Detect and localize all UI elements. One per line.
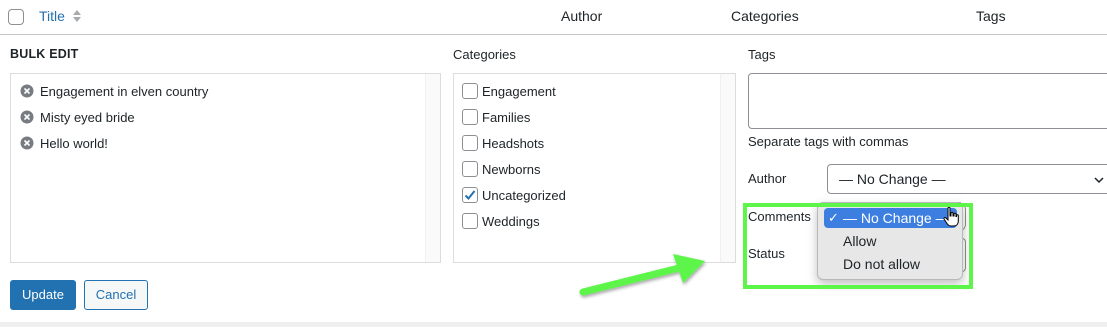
category-label: Weddings [482, 213, 540, 229]
category-label: Engagement [482, 83, 556, 99]
category-label: Newborns [482, 161, 541, 177]
table-header-row: Title Author Categories Tags [0, 0, 1107, 35]
category-label: Uncategorized [482, 187, 566, 203]
divider [0, 322, 1107, 327]
chevron-down-icon [1094, 177, 1104, 184]
post-title: Hello world! [40, 135, 108, 151]
category-label: Families [482, 109, 531, 125]
checkmark-icon [464, 190, 476, 200]
author-label: Author [748, 171, 787, 186]
category-checkbox[interactable] [462, 213, 478, 229]
arrow-annotation-icon [579, 254, 705, 296]
tags-help-text: Separate tags with commas [748, 134, 909, 149]
category-label: Headshots [482, 135, 545, 151]
list-item: Hello world! [20, 134, 108, 152]
category-checkbox-checked[interactable] [462, 187, 478, 203]
categories-label: Categories [453, 47, 516, 62]
column-tags-header: Tags [976, 8, 1006, 24]
scrollbar[interactable] [720, 74, 735, 262]
category-item-newborns[interactable]: Newborns [462, 160, 541, 178]
author-select[interactable]: — No Change — [827, 164, 1107, 194]
post-title: Misty eyed bride [40, 109, 135, 125]
bulk-edit-posts-list: Engagement in elven country Misty eyed b… [10, 73, 441, 263]
remove-icon[interactable] [20, 136, 34, 150]
bulk-edit-heading: BULK EDIT [10, 47, 79, 61]
post-title: Engagement in elven country [40, 83, 209, 99]
categories-checklist: Engagement Families Headshots Newborns U… [453, 73, 736, 263]
category-item-families[interactable]: Families [462, 108, 530, 126]
category-item-headshots[interactable]: Headshots [462, 134, 544, 152]
category-checkbox[interactable] [462, 109, 478, 125]
sort-icon[interactable] [72, 8, 82, 24]
author-select-value: — No Change — [839, 171, 946, 187]
category-item-weddings[interactable]: Weddings [462, 212, 540, 230]
scrollbar[interactable] [425, 74, 440, 262]
tags-label: Tags [748, 47, 776, 62]
column-categories-header: Categories [731, 8, 799, 24]
cancel-button[interactable]: Cancel [84, 280, 148, 310]
category-checkbox[interactable] [462, 161, 478, 177]
category-checkbox[interactable] [462, 83, 478, 99]
remove-icon[interactable] [20, 84, 34, 98]
category-checkbox[interactable] [462, 135, 478, 151]
remove-icon[interactable] [20, 110, 34, 124]
column-author-header: Author [561, 8, 603, 24]
highlight-annotation-box [743, 203, 973, 289]
list-item: Misty eyed bride [20, 108, 135, 126]
update-button[interactable]: Update [10, 280, 76, 310]
category-item-uncategorized[interactable]: Uncategorized [462, 186, 566, 204]
list-item: Engagement in elven country [20, 82, 208, 100]
category-item-engagement[interactable]: Engagement [462, 82, 556, 100]
select-all-checkbox[interactable] [8, 9, 24, 25]
tags-textarea[interactable] [748, 73, 1107, 129]
column-title-header[interactable]: Title [39, 8, 65, 24]
